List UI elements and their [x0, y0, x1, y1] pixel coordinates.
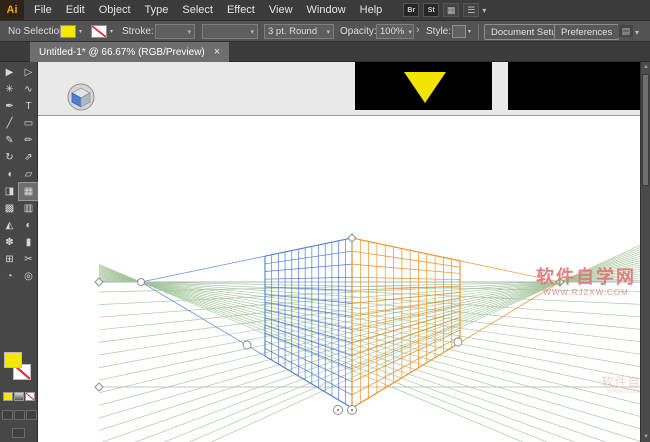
appbar-icons: Br St — [399, 3, 439, 17]
hand-tool[interactable]: ◔ — [0, 268, 19, 285]
control-bar: No Selection ▾ ▾ Stroke: ▾ ▾ 3 pt. Round… — [0, 20, 650, 42]
width-tool[interactable]: ◖ — [0, 166, 19, 183]
screen-mode-button[interactable] — [12, 428, 25, 438]
menu-bar: Ai FileEditObjectTypeSelectEffectViewWin… — [0, 0, 650, 20]
menu-object[interactable]: Object — [92, 0, 138, 20]
panel-options-icon[interactable]: ▤ — [618, 24, 634, 38]
appbar-st-icon[interactable]: St — [423, 3, 439, 17]
vertical-scrollbar[interactable]: ▲ ▼ — [640, 62, 650, 442]
draw-behind-button[interactable] — [14, 410, 25, 420]
fill-color-swatch[interactable] — [60, 25, 76, 38]
pencil-tool[interactable]: ✏ — [19, 132, 38, 149]
pen-tool[interactable]: ✒ — [0, 98, 19, 115]
chevron-right-icon[interactable]: › — [416, 24, 420, 36]
illustrator-window: Ai FileEditObjectTypeSelectEffectViewWin… — [0, 0, 650, 442]
watermark: 软件自学网 WWW.RJZXW.COM — [530, 267, 640, 297]
color-mode-button[interactable] — [3, 392, 13, 401]
opacity-label: Opacity: — [340, 26, 377, 37]
workspace-icon[interactable]: ☰ — [463, 3, 479, 17]
menu-file[interactable]: File — [27, 0, 59, 20]
canvas[interactable]: 软件自学网 WWW.RJZXW.COM 软件自学网 WWW.RJZXW.COM — [38, 62, 640, 442]
lasso-tool[interactable]: ∿ — [19, 81, 38, 98]
appbar-br-icon[interactable]: Br — [403, 3, 419, 17]
chevron-down-icon[interactable]: ▾ — [635, 28, 639, 37]
draw-normal-button[interactable] — [2, 410, 13, 420]
mesh-tool[interactable]: ▩ — [0, 200, 19, 217]
scroll-down-icon[interactable]: ▼ — [641, 432, 650, 442]
style-label: Style: — [426, 26, 451, 37]
perspective-grid[interactable] — [38, 62, 640, 442]
none-mode-button[interactable] — [25, 392, 35, 401]
stroke-weight-combo[interactable]: ▾ — [155, 24, 195, 39]
menu-items: FileEditObjectTypeSelectEffectViewWindow… — [27, 0, 389, 20]
tools-panel: ▶▷✳∿✒T╱▭✎✏↻⇗◖▱◨▦▩▥◭◐✽▮⊞✂◔◎ — [0, 62, 38, 442]
artboard-tool[interactable]: ⊞ — [0, 251, 19, 268]
selection-tool[interactable]: ▶ — [0, 64, 19, 81]
rotate-tool[interactable]: ↻ — [0, 149, 19, 166]
stroke-label: Stroke: — [122, 26, 154, 37]
divider — [478, 24, 479, 40]
selection-status: No Selection — [8, 26, 65, 37]
eyedropper-tool[interactable]: ◭ — [0, 217, 19, 234]
arrange-documents-icon[interactable]: ▦ — [443, 3, 459, 17]
scroll-up-icon[interactable]: ▲ — [641, 62, 650, 72]
slice-tool[interactable]: ✂ — [19, 251, 38, 268]
menu-select[interactable]: Select — [175, 0, 220, 20]
menu-view[interactable]: View — [262, 0, 300, 20]
chevron-down-icon[interactable]: ▾ — [482, 6, 486, 15]
menu-effect[interactable]: Effect — [220, 0, 262, 20]
perspective-grid-tool[interactable]: ▦ — [19, 183, 38, 200]
scale-tool[interactable]: ⇗ — [19, 149, 38, 166]
direct-selection-tool[interactable]: ▷ — [19, 64, 38, 81]
menu-edit[interactable]: Edit — [59, 0, 92, 20]
zoom-tool[interactable]: ◎ — [19, 268, 38, 285]
watermark-faint: 软件自学网 WWW.RJZXW.COM — [594, 376, 640, 396]
opacity-combo[interactable]: 100%▾ — [376, 24, 414, 39]
scrollbar-thumb[interactable] — [642, 74, 649, 186]
chevron-down-icon[interactable]: ▾ — [468, 28, 471, 35]
plane-switching-widget[interactable] — [67, 83, 95, 111]
preferences-button[interactable]: Preferences — [554, 24, 619, 40]
variable-width-combo[interactable]: ▾ — [202, 24, 258, 39]
gradient-tool[interactable]: ▥ — [19, 200, 38, 217]
document-title: Untitled-1* @ 66.67% (RGB/Preview) — [39, 47, 205, 58]
brush-definition-combo[interactable]: 3 pt. Round▾ — [264, 24, 334, 39]
chevron-down-icon[interactable]: ▾ — [110, 28, 113, 35]
chevron-down-icon[interactable]: ▾ — [79, 28, 82, 35]
document-tab[interactable]: Untitled-1* @ 66.67% (RGB/Preview) × — [30, 42, 229, 62]
menu-help[interactable]: Help — [353, 0, 390, 20]
document-tab-bar: Untitled-1* @ 66.67% (RGB/Preview) × — [0, 42, 650, 62]
column-graph-tool[interactable]: ▮ — [19, 234, 38, 251]
fill-swatch[interactable] — [4, 352, 22, 368]
symbol-sprayer-tool[interactable]: ✽ — [0, 234, 19, 251]
paintbrush-tool[interactable]: ✎ — [0, 132, 19, 149]
gradient-mode-button[interactable] — [14, 392, 24, 401]
menu-type[interactable]: Type — [138, 0, 176, 20]
close-icon[interactable]: × — [214, 47, 220, 58]
magic-wand-tool[interactable]: ✳ — [0, 81, 19, 98]
blend-tool[interactable]: ◐ — [19, 217, 38, 234]
type-tool[interactable]: T — [19, 98, 38, 115]
shape-builder-tool[interactable]: ◨ — [0, 183, 19, 200]
app-logo-icon: Ai — [0, 0, 24, 20]
menu-window[interactable]: Window — [300, 0, 353, 20]
stroke-color-swatch[interactable] — [91, 25, 107, 38]
line-segment-tool[interactable]: ╱ — [0, 115, 19, 132]
draw-inside-button[interactable] — [26, 410, 37, 420]
free-transform-tool[interactable]: ▱ — [19, 166, 38, 183]
rectangle-tool[interactable]: ▭ — [19, 115, 38, 132]
tool-grid: ▶▷✳∿✒T╱▭✎✏↻⇗◖▱◨▦▩▥◭◐✽▮⊞✂◔◎ — [0, 62, 37, 285]
style-swatch[interactable] — [452, 25, 466, 38]
